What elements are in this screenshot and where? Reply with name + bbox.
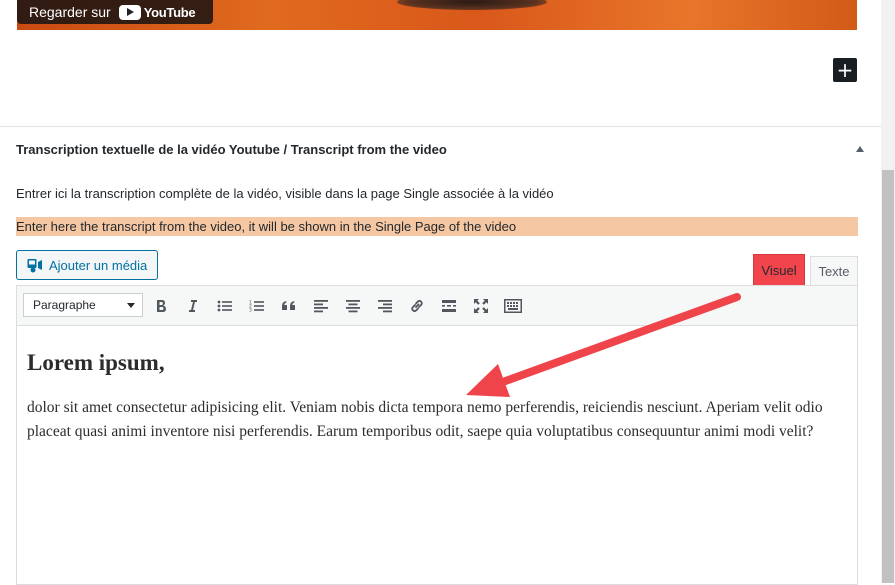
format-select[interactable]: Paragraphe bbox=[23, 293, 143, 317]
svg-text:3: 3 bbox=[249, 308, 252, 314]
collapse-toggle-icon[interactable] bbox=[856, 146, 864, 152]
tab-visual[interactable]: Visuel bbox=[753, 254, 805, 286]
bullet-list-icon[interactable] bbox=[213, 294, 237, 318]
content-heading: Lorem ipsum, bbox=[27, 350, 165, 375]
add-media-button[interactable]: Ajouter un média bbox=[16, 250, 158, 280]
blockquote-icon[interactable] bbox=[277, 294, 301, 318]
scrollbar-thumb[interactable] bbox=[882, 170, 894, 583]
watch-on-youtube-button[interactable]: Regarder sur YouTube bbox=[17, 0, 213, 24]
youtube-play-icon bbox=[118, 4, 141, 20]
youtube-brand-text: YouTube bbox=[143, 4, 196, 20]
media-icon bbox=[27, 257, 43, 273]
link-icon[interactable] bbox=[405, 294, 429, 318]
youtube-logo: YouTube bbox=[118, 4, 196, 20]
metabox-description: Entrer ici la transcription complète de … bbox=[16, 186, 554, 201]
editor-toolbar: Paragraphe 123 bbox=[17, 286, 857, 326]
video-preview[interactable]: Regarder sur YouTube bbox=[17, 0, 857, 30]
toolbar-toggle-icon[interactable] bbox=[501, 294, 525, 318]
read-more-icon[interactable] bbox=[437, 294, 461, 318]
format-select-value: Paragraphe bbox=[33, 298, 96, 312]
editor-content[interactable]: Lorem ipsum, dolor sit amet consectetur … bbox=[27, 350, 847, 444]
align-center-icon[interactable] bbox=[341, 294, 365, 318]
transcript-metabox: Transcription textuelle de la vidéo Yout… bbox=[0, 126, 881, 585]
italic-icon[interactable] bbox=[181, 294, 205, 318]
align-left-icon[interactable] bbox=[309, 294, 333, 318]
metabox-hint: Enter here the transcript from the video… bbox=[16, 217, 858, 236]
watch-on-label: Regarder sur bbox=[29, 4, 111, 20]
add-media-label: Ajouter un média bbox=[49, 257, 148, 273]
align-right-icon[interactable] bbox=[373, 294, 397, 318]
fullscreen-icon[interactable] bbox=[469, 294, 493, 318]
content-paragraph: dolor sit amet consectetur adipisicing e… bbox=[27, 399, 823, 440]
tab-text[interactable]: Texte bbox=[810, 256, 858, 286]
add-block-button[interactable]: + bbox=[833, 58, 857, 82]
metabox-title[interactable]: Transcription textuelle de la vidéo Yout… bbox=[16, 142, 447, 157]
video-thumbnail-detail bbox=[397, 0, 547, 10]
plus-icon: + bbox=[836, 58, 854, 82]
content-editor[interactable]: Paragraphe 123 Lorem ipsum, dolor sit am… bbox=[16, 285, 858, 585]
chevron-down-icon bbox=[127, 303, 135, 308]
bold-icon[interactable] bbox=[149, 294, 173, 318]
numbered-list-icon[interactable]: 123 bbox=[245, 294, 269, 318]
